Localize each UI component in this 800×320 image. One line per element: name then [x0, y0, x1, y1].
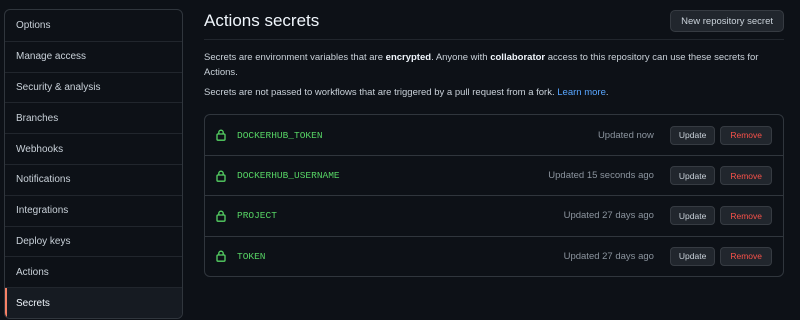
desc-encrypted: encrypted [385, 52, 432, 63]
header-divider [204, 39, 784, 40]
update-secret-button[interactable]: Update [669, 206, 716, 226]
secret-row: DOCKERHUB_USERNAME Updated 15 seconds ag… [205, 155, 783, 195]
secret-row: PROJECT Updated 27 days ago Update Remov… [205, 195, 783, 235]
secret-updated-time: Updated now [597, 129, 654, 141]
remove-secret-button[interactable]: Remove [720, 166, 772, 186]
sidebar-item-secrets[interactable]: Secrets [5, 287, 182, 318]
lock-icon [216, 250, 226, 263]
fork-note-period: . [605, 87, 609, 98]
update-secret-button[interactable]: Update [669, 125, 716, 145]
update-secret-button[interactable]: Update [669, 246, 716, 266]
secret-row: TOKEN Updated 27 days ago Update Remove [205, 235, 783, 276]
remove-secret-button[interactable]: Remove [720, 125, 772, 145]
lock-icon [216, 210, 226, 222]
update-secret-button[interactable]: Update [669, 166, 716, 186]
learn-more-link[interactable]: Learn more [557, 87, 606, 98]
main-content: Actions secrets New repository secret Se… [204, 0, 784, 277]
secret-updated-time: Updated 27 days ago [563, 250, 654, 262]
lock-icon [216, 170, 226, 182]
desc-text-1: Secrets are environment variables that a… [204, 52, 386, 63]
secrets-list: DOCKERHUB_TOKEN Updated now Update Remov… [204, 114, 784, 277]
new-repository-secret-button[interactable]: New repository secret [670, 10, 784, 32]
desc-text-2: . Anyone with [431, 52, 491, 63]
secret-name: DOCKERHUB_TOKEN [237, 129, 323, 141]
desc-collaborator: collaborator [490, 52, 546, 63]
sidebar-item-webhooks[interactable]: Webhooks [5, 133, 182, 164]
sidebar-item-manage-access[interactable]: Manage access [5, 40, 182, 72]
secrets-description: Secrets are environment variables that a… [204, 50, 784, 80]
sidebar-item-actions[interactable]: Actions [5, 256, 182, 287]
sidebar-item-integrations[interactable]: Integrations [5, 194, 182, 226]
sidebar-item-deploy-keys[interactable]: Deploy keys [5, 225, 182, 257]
sidebar-item-notifications[interactable]: Notifications [5, 163, 182, 195]
fork-note-text: Secrets are not passed to workflows that… [204, 87, 558, 98]
fork-note: Secrets are not passed to workflows that… [204, 85, 784, 100]
secret-updated-time: Updated 15 seconds ago [548, 170, 654, 182]
page-title: Actions secrets [204, 11, 320, 30]
secret-name: TOKEN [237, 250, 266, 262]
secret-name: DOCKERHUB_USERNAME [237, 170, 340, 182]
remove-secret-button[interactable]: Remove [720, 246, 772, 266]
settings-sidebar: Options Manage access Security & analysi… [4, 9, 183, 319]
sidebar-item-branches[interactable]: Branches [5, 102, 182, 133]
secret-name: PROJECT [237, 210, 277, 222]
secret-row: DOCKERHUB_TOKEN Updated now Update Remov… [205, 115, 783, 155]
sidebar-item-options[interactable]: Options [5, 10, 182, 41]
page-header: Actions secrets New repository secret [204, 0, 784, 40]
sidebar-item-security-analysis[interactable]: Security & analysis [5, 71, 182, 103]
remove-secret-button[interactable]: Remove [720, 206, 772, 226]
secret-updated-time: Updated 27 days ago [563, 210, 654, 222]
lock-icon [216, 129, 226, 141]
